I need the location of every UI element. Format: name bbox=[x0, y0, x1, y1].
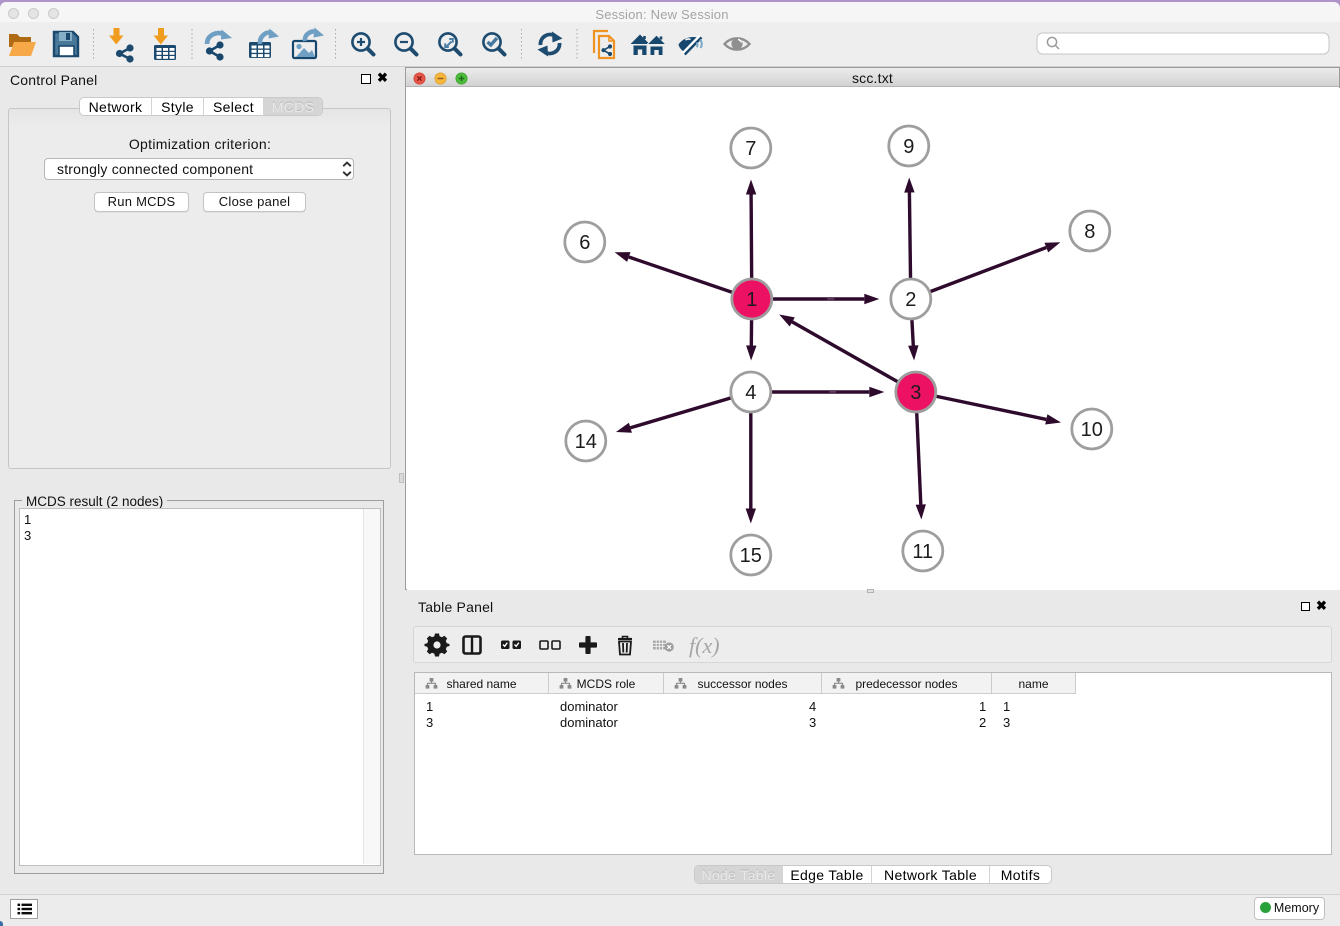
svg-text:3: 3 bbox=[910, 382, 921, 404]
svg-text:8: 8 bbox=[1084, 221, 1095, 243]
svg-text:14: 14 bbox=[575, 431, 597, 453]
svg-text:10: 10 bbox=[1081, 419, 1103, 441]
svg-text:15: 15 bbox=[740, 545, 762, 567]
svg-text:4: 4 bbox=[745, 382, 756, 404]
svg-text:9: 9 bbox=[903, 136, 914, 158]
svg-text:11: 11 bbox=[912, 541, 933, 563]
svg-text:6: 6 bbox=[579, 232, 590, 254]
svg-text:2: 2 bbox=[905, 289, 916, 311]
svg-text:1: 1 bbox=[746, 289, 757, 311]
svg-text:f(x): f(x) bbox=[689, 633, 720, 658]
svg-text:7: 7 bbox=[745, 138, 756, 160]
